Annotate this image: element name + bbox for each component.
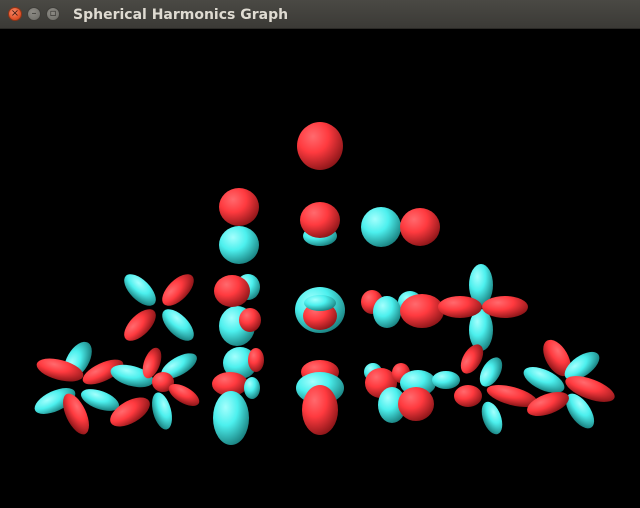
orbital-y31	[364, 363, 436, 423]
close-button[interactable]: ×	[8, 7, 22, 21]
orbital-y10	[300, 202, 340, 246]
render-canvas[interactable]	[0, 29, 640, 508]
orbital-y21	[361, 290, 444, 328]
orbital-y33	[523, 339, 615, 429]
orbital-y2-2	[124, 274, 194, 341]
harmonics-render	[34, 122, 615, 445]
orbital-y00	[297, 122, 343, 170]
maximize-button[interactable]: ▫	[46, 7, 60, 21]
close-icon: ×	[10, 8, 20, 19]
orbital-y3-2	[110, 347, 200, 430]
title-bar[interactable]: × – ▫ Spherical Harmonics Graph	[0, 0, 640, 29]
orbital-y1-1	[219, 188, 259, 264]
maximize-icon: ▫	[49, 8, 57, 19]
orbital-y11	[361, 207, 440, 247]
window-title: Spherical Harmonics Graph	[73, 7, 289, 23]
app-window: × – ▫ Spherical Harmonics Graph	[0, 0, 640, 508]
orbital-y32	[432, 344, 538, 435]
orbital-y2-1	[214, 274, 261, 346]
orbital-y20	[295, 287, 345, 333]
orbital-y30	[296, 360, 344, 435]
orbital-y3-1	[212, 347, 264, 445]
minimize-icon: –	[31, 8, 37, 19]
minimize-button[interactable]: –	[27, 7, 41, 21]
orbital-y22	[438, 264, 528, 351]
